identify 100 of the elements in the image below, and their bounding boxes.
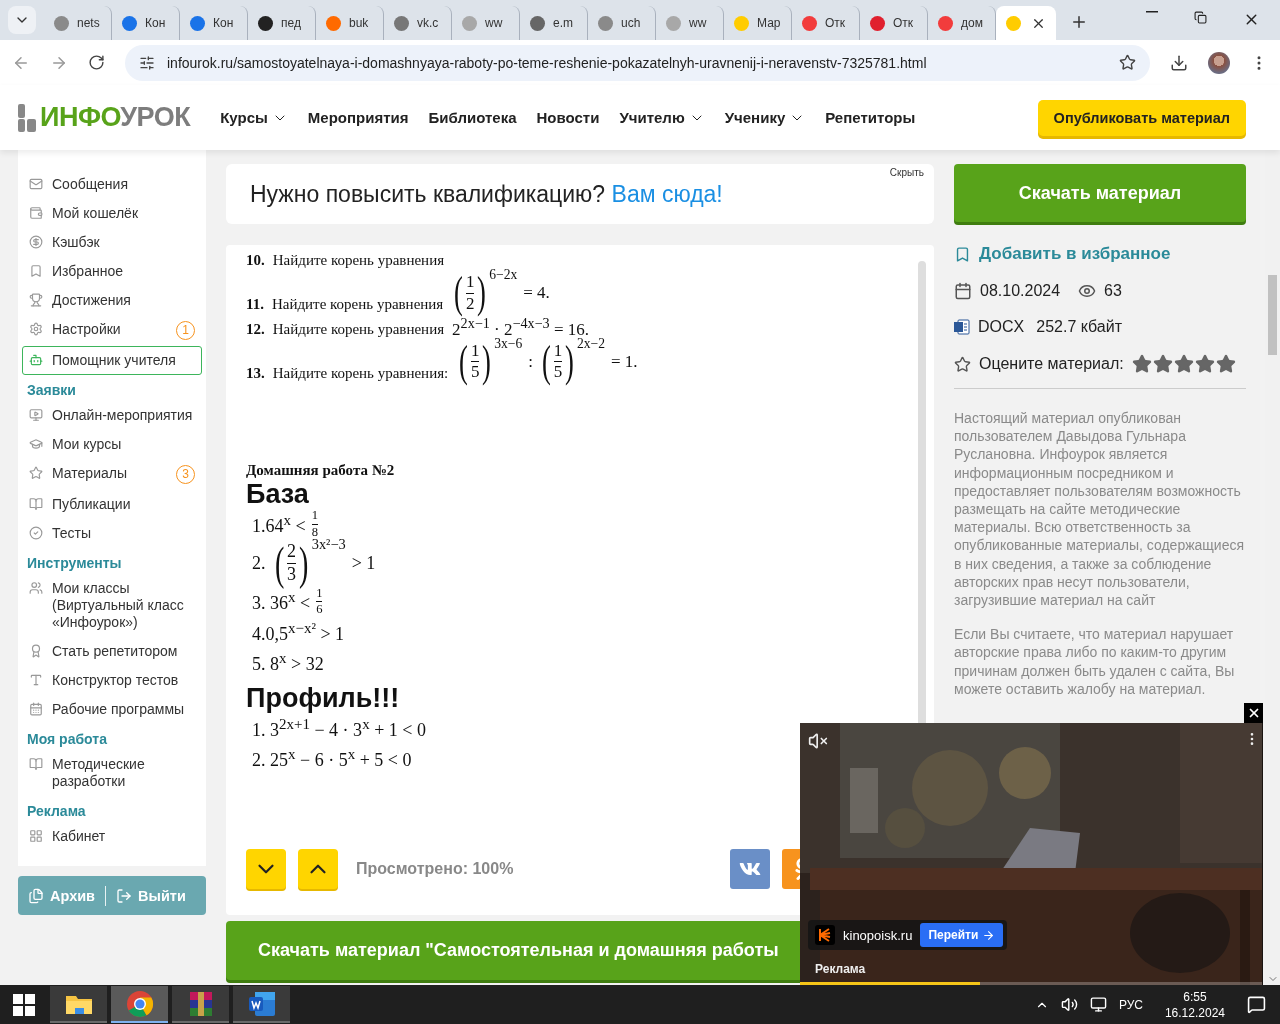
menu-item-icon — [29, 829, 43, 843]
sidebar-item[interactable]: Настройки 1 — [22, 315, 202, 346]
scroll-down-button[interactable] — [246, 849, 286, 889]
sidebar-item[interactable]: Публикации — [22, 490, 202, 519]
download-icon[interactable] — [1170, 53, 1188, 72]
nav-link[interactable]: Ученику — [724, 109, 806, 126]
network-icon[interactable] — [1089, 996, 1107, 1013]
section-heading: Профиль!!! — [246, 683, 401, 714]
bookmark-star-icon[interactable] — [1119, 54, 1136, 71]
problem-text: Найдите корень уравнения — [272, 252, 445, 270]
menu-item-icon — [29, 644, 43, 658]
sidebar-heading: Моя работа — [26, 730, 108, 749]
sidebar-item[interactable]: Избранное — [22, 257, 202, 286]
close-ad-button[interactable] — [1244, 703, 1263, 723]
disclaimer-text: Настоящий материал опубликован пользователем Давыдова Гульнара Руслановна. Инфоурок является информационным посредником и предоставляет пользователям возможность размещать на сайте методические материалы. Всю ответственность за опубликованные материалы, содержащиеся в них сведения, а также за соблюдение авторских прав несут пользователи, загрузившие материал на сайт — [954, 409, 1246, 610]
menu-item-icon — [29, 466, 43, 480]
document-icon — [954, 319, 970, 335]
sidebar-item[interactable]: Рабочие программы — [22, 695, 202, 724]
file-size: 252.7 кбайт — [1036, 318, 1123, 336]
language-indicator[interactable]: РУС — [1118, 997, 1143, 1012]
nav-link[interactable]: Мероприятия — [307, 109, 409, 126]
minimize-icon — [1146, 11, 1158, 13]
nav-link[interactable]: Библиотека — [428, 109, 517, 126]
viewed-percentage-text: Просмотрено: 100% — [356, 860, 514, 878]
notifications-icon[interactable] — [1247, 995, 1266, 1014]
bookmark-icon — [954, 245, 971, 263]
logo-wordmark[interactable]: ИНФОУРОК — [40, 102, 191, 133]
publish-date: 08.10.2024 — [980, 282, 1061, 300]
star-icon[interactable] — [1194, 354, 1215, 374]
sidebar-item[interactable]: Стать репетитором — [22, 637, 202, 666]
menu-item-icon — [29, 322, 43, 336]
math-formula: 2. 25$^{x}$ − 6 · 5$^{x}$ + 5 < 0 — [252, 745, 412, 771]
address-bar[interactable]: infourok.ru/samostoyatelnaya-i-domashnyaya-raboty-po-teme-reshenie-pokazatelnyh-uravnenij-i-neravenstv-7325781.html — [125, 44, 1150, 81]
volume-icon[interactable] — [1060, 996, 1078, 1013]
star-icon[interactable] — [1215, 354, 1236, 374]
star-icon[interactable] — [1173, 354, 1194, 374]
scrollbar-thumb[interactable] — [1268, 275, 1277, 355]
sidebar-item[interactable]: Тесты — [22, 519, 202, 548]
mute-icon[interactable] — [808, 731, 828, 751]
problem-text: Найдите корень уравнения — [272, 320, 445, 339]
publish-button[interactable]: Опубликовать материал — [1037, 99, 1246, 136]
sidebar-item[interactable]: Мой кошелёк — [22, 199, 202, 228]
menu-item-icon — [29, 177, 43, 191]
sidebar-item[interactable]: Достижения — [22, 286, 202, 315]
nav-link[interactable]: Курсы — [220, 109, 288, 126]
disclaimer-text: Если Вы считаете, что материал нарушает авторские права либо по каким-то другим причинам должен быть удален с сайта, Вы можете оставить жалобу на материал. — [954, 625, 1236, 699]
math-formula: 1. 3$^{2x+1}$ − 4 · 3$^{x}$ + 1 < 0 — [252, 715, 426, 741]
file-format: DOCX — [978, 318, 1025, 336]
site-settings-icon[interactable] — [139, 54, 155, 71]
sidebar-item[interactable]: Кабинет — [22, 822, 202, 851]
problem-number: 13. — [246, 365, 265, 384]
sidebar-item[interactable]: Методические разработки — [22, 750, 202, 796]
files-icon — [28, 887, 44, 904]
star-outline-icon — [954, 355, 971, 373]
logo-icon — [18, 103, 36, 132]
problem-number: 12. — [246, 320, 265, 339]
nav-link[interactable]: Новости — [536, 109, 600, 126]
clock-time[interactable]: 6:55 — [1183, 989, 1207, 1004]
menu-item-icon — [29, 437, 43, 451]
sidebar-item[interactable]: Мои классы (Виртуальный класс «Инфоурок») — [22, 574, 202, 637]
clock-date[interactable]: 16.12.2024 — [1164, 1005, 1225, 1020]
taskbar-app[interactable] — [233, 986, 290, 1023]
problem-number: 11. — [246, 296, 264, 315]
sidebar-item[interactable]: Сообщения — [22, 170, 202, 199]
go-button[interactable]: Перейти — [920, 923, 1004, 947]
calendar-icon — [954, 282, 972, 300]
sidebar-item[interactable]: Конструктор тестов — [22, 666, 202, 695]
menu-item-icon — [29, 293, 43, 307]
menu-item-icon — [29, 206, 43, 220]
reload-icon[interactable] — [88, 54, 105, 71]
sidebar-heading: Инструменты — [26, 554, 123, 573]
sidebar-item[interactable]: Мои курсы — [22, 430, 202, 459]
nav-link[interactable]: Репетиторы — [825, 109, 916, 126]
ad-label: Реклама — [815, 962, 866, 976]
scroll-up-button[interactable] — [298, 849, 338, 889]
star-icon[interactable] — [1131, 354, 1152, 374]
add-to-favorites-link[interactable]: Добавить в избранное — [954, 244, 1246, 264]
new-tab-button[interactable] — [1070, 13, 1088, 31]
sidebar-item[interactable]: Кэшбэк — [22, 228, 202, 257]
chrome-icon — [125, 989, 154, 1018]
windows-logo-icon — [13, 993, 35, 1016]
nav-link[interactable]: Учителю — [619, 109, 705, 126]
taskbar-app[interactable] — [172, 986, 229, 1023]
restore-icon — [1194, 11, 1207, 24]
avatar[interactable] — [1208, 51, 1230, 74]
sidebar-item[interactable]: Онлайн-мероприятия — [22, 401, 202, 430]
star-icon[interactable] — [1152, 354, 1173, 374]
eye-icon — [1078, 282, 1097, 300]
problem-text: Найдите корень уравнения: — [272, 365, 449, 384]
sidebar-item[interactable]: Материалы 3 — [22, 459, 202, 490]
hide-link[interactable]: Скрыть — [889, 167, 924, 178]
vk-share-button[interactable] — [730, 849, 770, 889]
menu-item-icon — [29, 581, 43, 595]
menu-item-icon — [29, 353, 43, 367]
menu-item-icon — [29, 757, 43, 771]
taskbar-app[interactable] — [111, 986, 168, 1023]
view-count: 63 — [1104, 282, 1122, 300]
section-heading: База — [246, 479, 310, 510]
tab-search-button[interactable] — [8, 6, 36, 34]
taskbar-app[interactable] — [50, 986, 107, 1023]
